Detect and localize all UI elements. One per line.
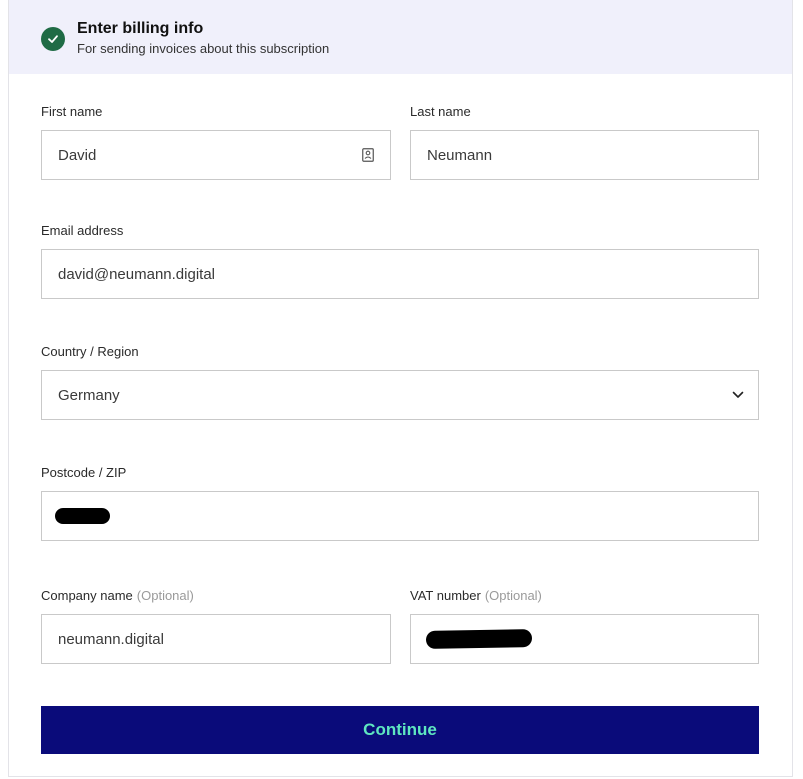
vat-redacted <box>425 629 533 649</box>
email-value: david@neumann.digital <box>58 265 215 283</box>
company-label: Company name (Optional) <box>41 588 194 603</box>
first-name-value: David <box>58 146 97 164</box>
check-circle-icon <box>41 27 65 51</box>
email-label: Email address <box>41 223 124 238</box>
company-value: neumann.digital <box>58 630 164 648</box>
postcode-label: Postcode / ZIP <box>41 465 127 480</box>
postcode-redacted <box>55 508 110 524</box>
vat-label: VAT number (Optional) <box>410 588 542 603</box>
company-field[interactable]: neumann.digital <box>41 614 391 664</box>
contact-card-icon[interactable] <box>358 145 378 165</box>
vat-optional-hint: (Optional) <box>484 588 542 603</box>
company-optional-hint: (Optional) <box>136 588 194 603</box>
postcode-field[interactable] <box>41 491 759 541</box>
country-value: Germany <box>58 386 120 404</box>
continue-button[interactable]: Continue <box>41 706 759 754</box>
vat-label-text: VAT number <box>410 588 481 603</box>
chevron-down-icon <box>730 387 746 403</box>
vat-field[interactable] <box>410 614 759 664</box>
first-name-label: First name <box>41 104 103 119</box>
company-label-text: Company name <box>41 588 133 603</box>
last-name-field[interactable]: Neumann <box>410 130 759 180</box>
header-title: Enter billing info <box>77 20 204 37</box>
billing-header: Enter billing info For sending invoices … <box>9 0 792 74</box>
last-name-value: Neumann <box>427 146 493 164</box>
first-name-field[interactable]: David <box>41 130 391 180</box>
country-select[interactable]: Germany <box>41 370 759 420</box>
billing-card: Enter billing info For sending invoices … <box>8 0 793 777</box>
email-field[interactable]: david@neumann.digital <box>41 249 759 299</box>
country-label: Country / Region <box>41 344 139 359</box>
last-name-label: Last name <box>410 104 471 119</box>
header-subtitle: For sending invoices about this subscrip… <box>77 41 330 56</box>
